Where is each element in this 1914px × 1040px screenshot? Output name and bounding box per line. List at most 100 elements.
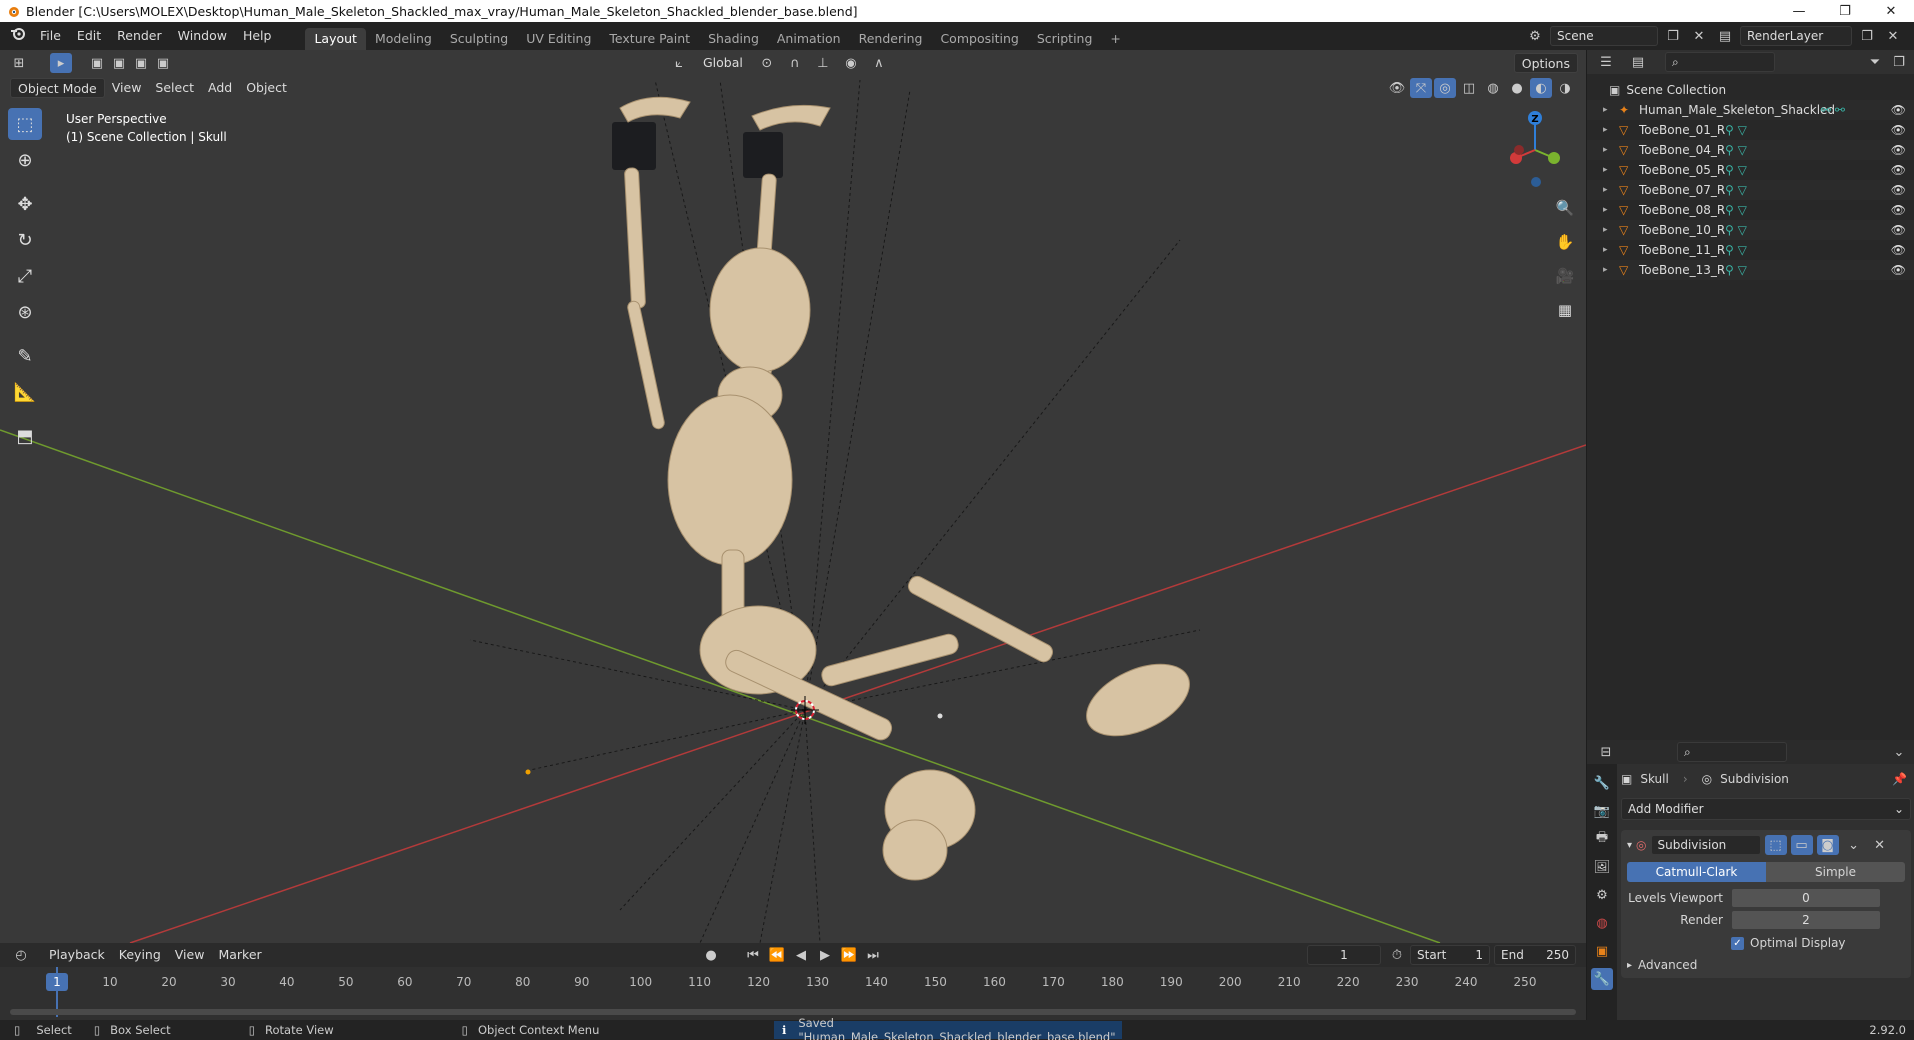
expand-arrow-icon[interactable]: ▸ [1603, 125, 1615, 135]
blender-menu-icon[interactable] [0, 22, 32, 50]
ortho-grid-icon[interactable]: ▦ [1552, 297, 1578, 323]
render-levels-field[interactable]: 2 [1731, 910, 1881, 930]
mesh-data-icon[interactable]: ⚲ ▽ [1725, 263, 1747, 277]
play-icon[interactable]: ▶ [814, 945, 836, 965]
levels-viewport-field[interactable]: 0 [1731, 888, 1881, 908]
select-mode-extend-icon[interactable]: ▣ [108, 53, 130, 73]
render-tab-icon[interactable]: 📷 [1591, 800, 1613, 822]
filter-icon[interactable]: ⏷ [1864, 52, 1886, 72]
outliner-row[interactable]: ▸ ▽ ToeBone_04_R ⚲ ▽ 👁 [1587, 140, 1914, 160]
gizmo-toggle-icon[interactable]: ⤧ [1410, 78, 1432, 98]
visibility-eye-icon[interactable]: 👁 [1891, 243, 1906, 257]
snap-toggle-icon[interactable]: ∩ [784, 53, 806, 73]
transform-orientation-dropdown[interactable]: Global [696, 53, 750, 73]
tab-texture-paint[interactable]: Texture Paint [600, 28, 699, 50]
menu-window[interactable]: Window [170, 22, 235, 50]
outliner-row[interactable]: ▸ ▽ ToeBone_07_R ⚲ ▽ 👁 [1587, 180, 1914, 200]
end-frame-field[interactable]: End 250 [1494, 945, 1576, 965]
tweak-select-icon[interactable]: ▸ [50, 53, 72, 73]
expand-arrow-icon[interactable]: ▸ [1603, 265, 1615, 275]
visibility-eye-icon[interactable]: 👁 [1891, 103, 1906, 117]
overlay-toggle-icon[interactable]: ◎ [1434, 78, 1456, 98]
pivot-point-icon[interactable]: ⊙ [756, 53, 778, 73]
current-frame-field[interactable]: 1 [1307, 945, 1381, 965]
modifier-name-field[interactable]: Subdivision [1650, 835, 1761, 855]
edit-mode-toggle-icon[interactable]: ⬚ [1764, 835, 1787, 855]
pin-icon[interactable]: 📌 [1892, 772, 1907, 786]
menu-render[interactable]: Render [109, 22, 170, 50]
viewport-scene[interactable] [0, 50, 1586, 943]
expand-arrow-icon[interactable]: ▸ [1603, 145, 1615, 155]
modifiers-tab-icon[interactable]: 🔧 [1591, 968, 1613, 990]
display-mode-icon[interactable]: ▤ [1627, 52, 1649, 72]
move-tool-icon[interactable]: ✥ [8, 188, 42, 220]
menu-marker[interactable]: Marker [211, 945, 268, 965]
mesh-data-icon[interactable]: ⚲ ▽ [1725, 183, 1747, 197]
new-view-layer-icon[interactable]: ❐ [1856, 26, 1878, 46]
outliner-row[interactable]: ▸ ▽ ToeBone_13_R ⚲ ▽ 👁 [1587, 260, 1914, 280]
menu-keying[interactable]: Keying [112, 945, 168, 965]
timeline-editor-type-icon[interactable]: ◴ [10, 945, 32, 965]
editor-type-icon[interactable]: ⊞ [8, 53, 30, 73]
mesh-data-icon[interactable]: ⚲ ▽ [1725, 163, 1747, 177]
expand-arrow-icon[interactable]: ▸ [1603, 105, 1615, 115]
menu-playback[interactable]: Playback [42, 945, 112, 965]
tab-modeling[interactable]: Modeling [366, 28, 441, 50]
proportional-edit-icon[interactable]: ◉ [840, 53, 862, 73]
visibility-eye-icon[interactable]: 👁 [1891, 263, 1906, 277]
transform-orientation-icon[interactable]: ⟀ [668, 53, 690, 73]
new-collection-icon[interactable]: ❐ [1888, 52, 1910, 72]
falloff-icon[interactable]: ∧ [868, 53, 890, 73]
close-button[interactable]: ✕ [1868, 0, 1914, 22]
outliner-row[interactable]: ▸ ▽ ToeBone_11_R ⚲ ▽ 👁 [1587, 240, 1914, 260]
delete-view-layer-icon[interactable]: ✕ [1882, 26, 1904, 46]
select-box-tool-icon[interactable]: ⬚ [8, 108, 42, 140]
preview-range-icon[interactable]: ⏱ [1386, 945, 1408, 965]
collapse-arrow-icon[interactable]: ▾ [1627, 840, 1632, 851]
mesh-data-icon[interactable]: ⚲ ▽ [1725, 243, 1747, 257]
start-frame-field[interactable]: Start 1 [1410, 945, 1490, 965]
next-keyframe-icon[interactable]: ⏩ [838, 945, 860, 965]
simple-button[interactable]: Simple [1766, 862, 1905, 882]
minimize-button[interactable]: — [1776, 0, 1822, 22]
timeline-ruler[interactable]: 1 10 20 30 40 50 60 70 80 90 100 110 120 130 140 150 160… [0, 967, 1586, 1017]
rotate-tool-icon[interactable]: ↻ [8, 224, 42, 256]
outliner-row[interactable]: ▸ ▽ ToeBone_05_R ⚲ ▽ 👁 [1587, 160, 1914, 180]
tool-settings-tab-icon[interactable]: 🔧 [1591, 772, 1613, 794]
visibility-eye-icon[interactable]: 👁 [1891, 203, 1906, 217]
select-mode-new-icon[interactable]: ▣ [86, 53, 108, 73]
tab-sculpting[interactable]: Sculpting [441, 28, 517, 50]
output-tab-icon[interactable]: 🖶 [1591, 828, 1613, 850]
mode-dropdown[interactable]: Object Mode [10, 78, 105, 98]
scale-tool-icon[interactable]: ⤢ [8, 260, 42, 292]
delete-scene-icon[interactable]: ✕ [1688, 26, 1710, 46]
mesh-data-icon[interactable]: ⚲ ▽ [1725, 203, 1747, 217]
expand-arrow-icon[interactable]: ▸ [1603, 185, 1615, 195]
shading-wireframe-icon[interactable]: ◍ [1482, 78, 1504, 98]
tab-animation[interactable]: Animation [768, 28, 850, 50]
advanced-subpanel[interactable]: ▸ Advanced [1627, 958, 1905, 972]
menu-select[interactable]: Select [148, 78, 201, 98]
jump-end-icon[interactable]: ⏭ [862, 945, 884, 965]
viewport-toggle-icon[interactable]: ▭ [1790, 835, 1813, 855]
menu-view[interactable]: View [105, 78, 149, 98]
visibility-eye-icon[interactable]: 👁 [1891, 183, 1906, 197]
outliner-editor-type-icon[interactable]: ☰ [1595, 52, 1617, 72]
tab-shading[interactable]: Shading [699, 28, 768, 50]
expand-arrow-icon[interactable]: ▸ [1603, 205, 1615, 215]
object-tab-icon[interactable]: ▣ [1591, 940, 1613, 962]
menu-add[interactable]: Add [201, 78, 239, 98]
optimal-display-checkbox[interactable]: ✓ [1731, 936, 1744, 950]
properties-options-icon[interactable]: ⌄ [1888, 742, 1910, 762]
snap-target-icon[interactable]: ⊥ [812, 53, 834, 73]
tab-scripting[interactable]: Scripting [1028, 28, 1102, 50]
navigation-gizmo[interactable]: Z [1502, 108, 1572, 188]
catmull-clark-button[interactable]: Catmull-Clark [1627, 862, 1766, 882]
select-mode-intersect-icon[interactable]: ▣ [152, 53, 174, 73]
mesh-data-icon[interactable]: ⚲ ▽ [1725, 223, 1747, 237]
jump-start-icon[interactable]: ⏮ [742, 945, 764, 965]
shading-material-icon[interactable]: ◐ [1530, 78, 1552, 98]
3d-viewport[interactable]: ⊞ ▸ ▣ ▣ ▣ ▣ ⟀ Global ⊙ ∩ ⊥ ◉ ∧ Options O… [0, 50, 1586, 943]
visibility-eye-icon[interactable]: 👁 [1891, 123, 1906, 137]
scene-tab-icon[interactable]: ⚙ [1591, 884, 1613, 906]
